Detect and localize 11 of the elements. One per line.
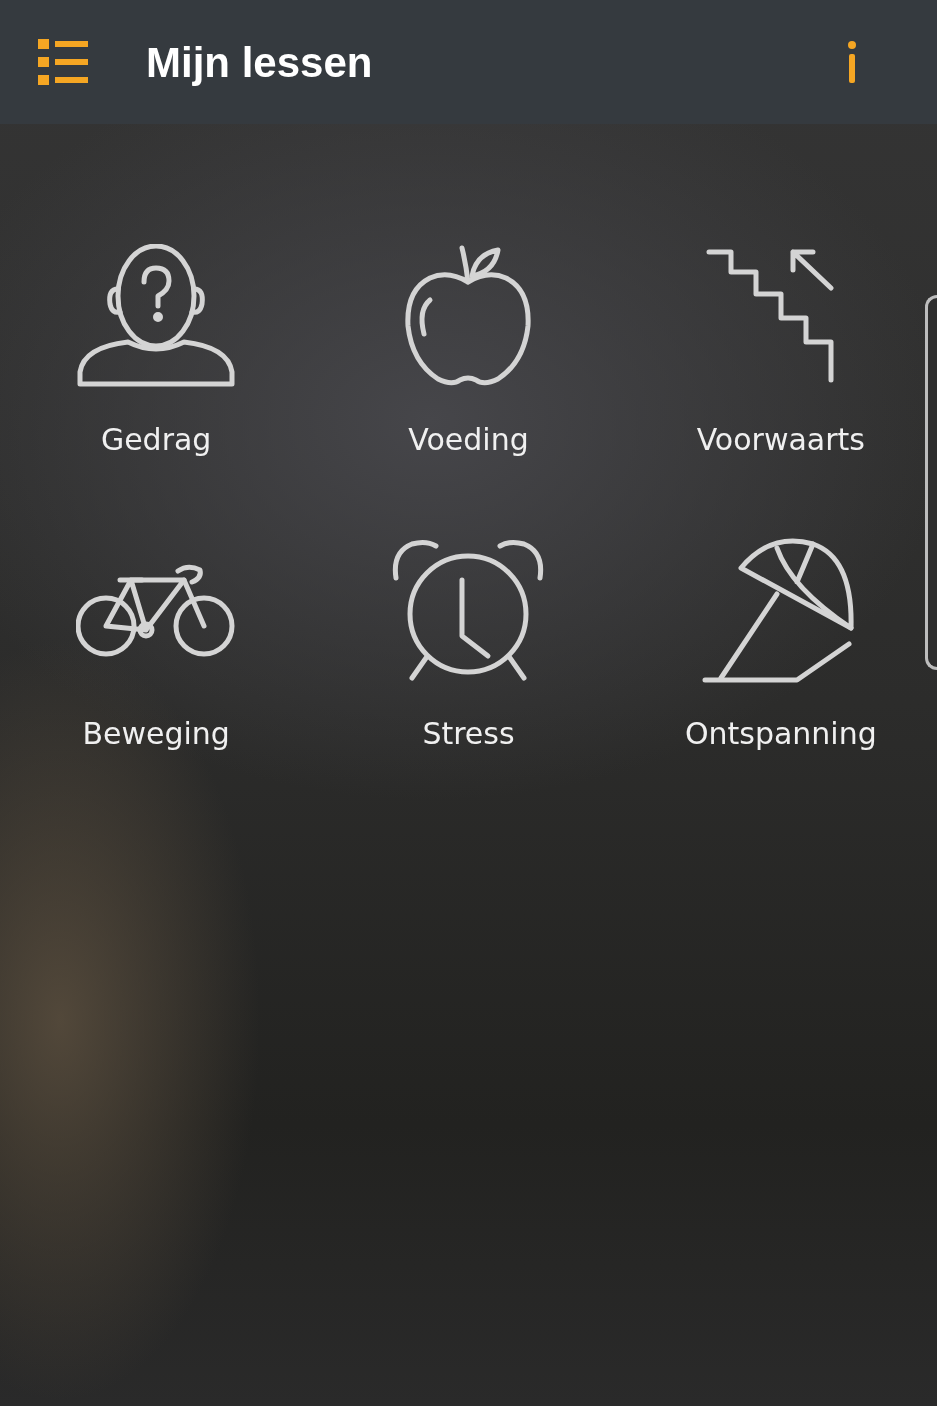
lesson-tile[interactable]: Voorwaarts: [696, 244, 865, 462]
page-title: Mijn lessen: [146, 37, 373, 88]
lesson-tile[interactable]: Stress: [388, 538, 549, 756]
menu-icon[interactable]: [38, 37, 88, 87]
person-icon: [76, 244, 237, 389]
lesson-tile[interactable]: Voeding: [388, 244, 549, 462]
lesson-tile[interactable]: Gedrag: [76, 244, 237, 462]
lesson-tile[interactable]: Ontspanning: [684, 538, 877, 756]
info-icon[interactable]: [847, 41, 857, 83]
side-panel-edge[interactable]: [925, 295, 937, 670]
lesson-tile[interactable]: Beweging: [76, 538, 237, 756]
